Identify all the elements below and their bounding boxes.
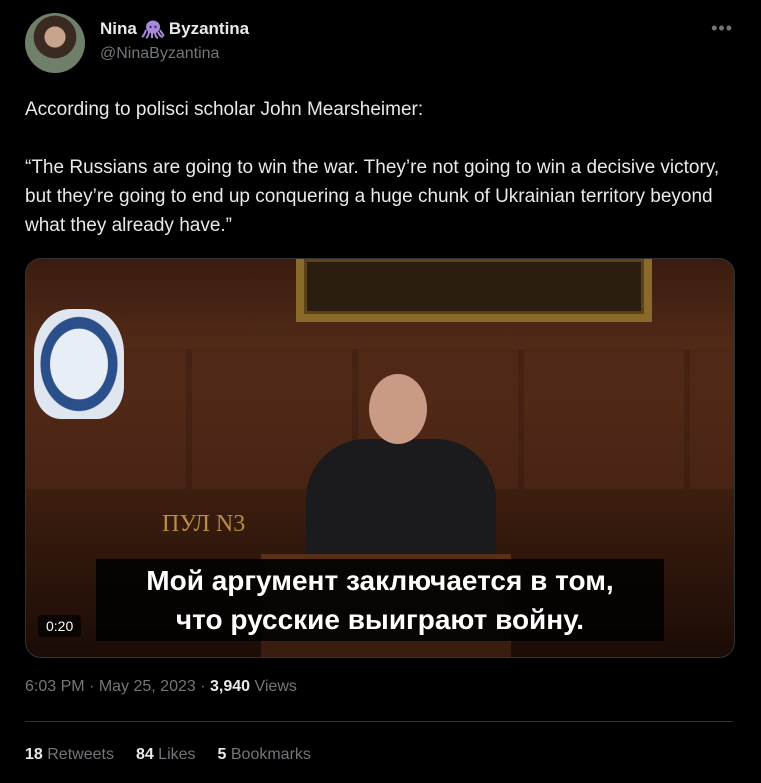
author-name[interactable]: Nina Byzantina [100, 19, 249, 39]
bookmarks-label: Bookmarks [226, 746, 311, 763]
retweets-stat[interactable]: 18 Retweets [25, 746, 114, 764]
video-player[interactable]: ПУЛ N3 Мой аргумент заключается в том, ч… [25, 258, 735, 658]
video-duration: 0:20 [38, 615, 82, 637]
tweet-time[interactable]: 6:03 PM [25, 678, 85, 695]
likes-count: 84 [135, 746, 154, 763]
author-name-first: Nina [100, 19, 137, 38]
vase-image [34, 309, 124, 419]
speaker-head [369, 374, 427, 444]
tweet-quote: “The Russians are going to win the war. … [25, 157, 720, 236]
avatar[interactable] [25, 13, 85, 73]
bookmarks-stat[interactable]: 5 Bookmarks [218, 746, 311, 764]
subtitle-line-1: Мой аргумент заключается в том, [146, 565, 614, 596]
video-watermark: ПУЛ N3 [162, 511, 246, 537]
views-count: 3,940 [209, 678, 251, 695]
likes-stat[interactable]: 84 Likes [136, 746, 196, 764]
engagement-stats: 18 Retweets 84 Likes 5 Bookmarks [25, 746, 311, 764]
tweet-meta: 6:03 PM · May 25, 2023 · 3,940 Views [25, 678, 297, 696]
subtitle-line-2: что русские выиграют войну. [175, 604, 585, 635]
painting-frame [296, 259, 652, 322]
author-handle[interactable]: @NinaByzantina [100, 45, 219, 63]
retweets-count: 18 [25, 746, 43, 763]
divider [25, 721, 733, 722]
tweet-text: According to polisci scholar John Mearsh… [25, 95, 735, 240]
tweet-date[interactable]: May 25, 2023 [99, 678, 196, 695]
likes-label: Likes [153, 746, 196, 763]
meta-separator: · [84, 678, 99, 695]
views-label: Views [250, 678, 297, 695]
retweets-label: Retweets [42, 746, 114, 763]
meta-separator: · [195, 678, 210, 695]
author-name-last: Byzantina [168, 19, 250, 38]
more-options-icon[interactable]: ••• [711, 18, 733, 39]
octopus-icon [141, 19, 165, 39]
tweet-intro: According to polisci scholar John Mearsh… [25, 99, 424, 120]
